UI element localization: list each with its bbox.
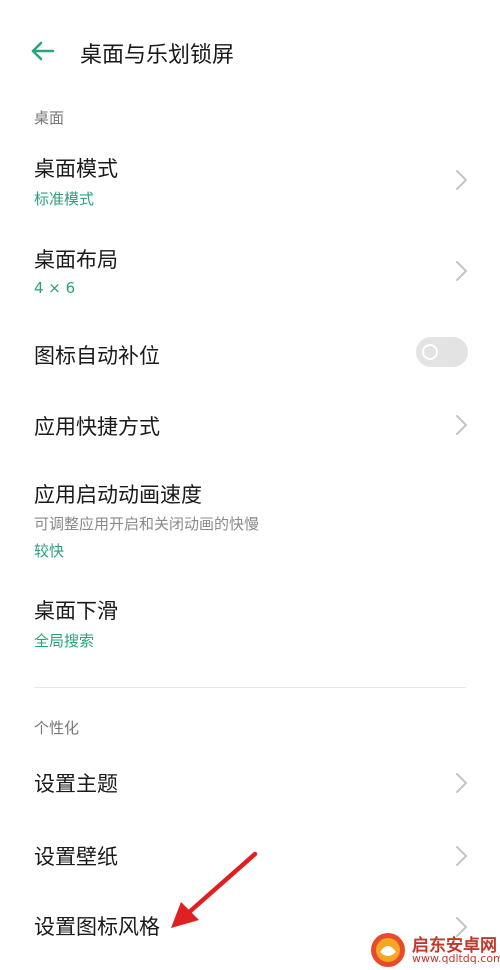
annotation-arrow-icon <box>171 851 258 928</box>
setting-description: 可调整应用开启和关闭动画的快慢 <box>34 515 260 533</box>
watermark-logo-icon <box>371 933 405 967</box>
section-label-personalize: 个性化 <box>34 719 80 737</box>
setting-title: 设置主题 <box>34 772 118 796</box>
toggle-knob <box>422 344 438 360</box>
chevron-right-icon <box>456 170 467 190</box>
chevron-right-icon <box>456 773 467 793</box>
page-title: 桌面与乐划锁屏 <box>80 43 235 68</box>
setting-title: 应用启动动画速度 <box>34 483 202 507</box>
setting-value: 4 × 6 <box>34 279 76 297</box>
setting-app-anim-speed[interactable]: 应用启动动画速度 可调整应用开启和关闭动画的快慢 较快 <box>0 470 500 565</box>
setting-title: 图标自动补位 <box>34 344 160 368</box>
setting-desktop-mode[interactable]: 桌面模式 标准模式 <box>0 145 500 220</box>
section-divider <box>34 687 466 688</box>
setting-app-shortcuts[interactable]: 应用快捷方式 <box>0 400 500 450</box>
setting-desktop-swipe-down[interactable]: 桌面下滑 全局搜索 <box>0 587 500 662</box>
setting-desktop-layout[interactable]: 桌面布局 4 × 6 <box>0 236 500 311</box>
setting-value: 全局搜索 <box>34 632 95 650</box>
back-button[interactable] <box>28 36 58 66</box>
setting-title: 设置图标风格 <box>34 915 160 939</box>
setting-set-theme[interactable]: 设置主题 <box>0 758 500 808</box>
setting-title: 桌面下滑 <box>34 599 118 623</box>
setting-title: 桌面布局 <box>34 248 118 272</box>
auto-fill-toggle[interactable] <box>416 337 468 367</box>
watermark-url: www.qdltdq.com <box>412 952 500 965</box>
setting-title: 应用快捷方式 <box>34 415 160 439</box>
chevron-right-icon <box>456 415 467 435</box>
chevron-right-icon <box>456 261 467 281</box>
watermark: 启东安卓网 www.qdltdq.com <box>360 930 500 970</box>
setting-title: 桌面模式 <box>34 157 118 181</box>
top-bar: 桌面与乐划锁屏 <box>0 22 500 82</box>
arrow-left-icon <box>31 41 55 61</box>
setting-value: 较快 <box>34 542 65 560</box>
setting-title: 设置壁纸 <box>34 845 118 869</box>
section-label-desktop: 桌面 <box>34 109 65 127</box>
chevron-right-icon <box>456 846 467 866</box>
setting-value: 标准模式 <box>34 190 95 208</box>
setting-auto-fill-icons: 图标自动补位 <box>0 328 500 378</box>
